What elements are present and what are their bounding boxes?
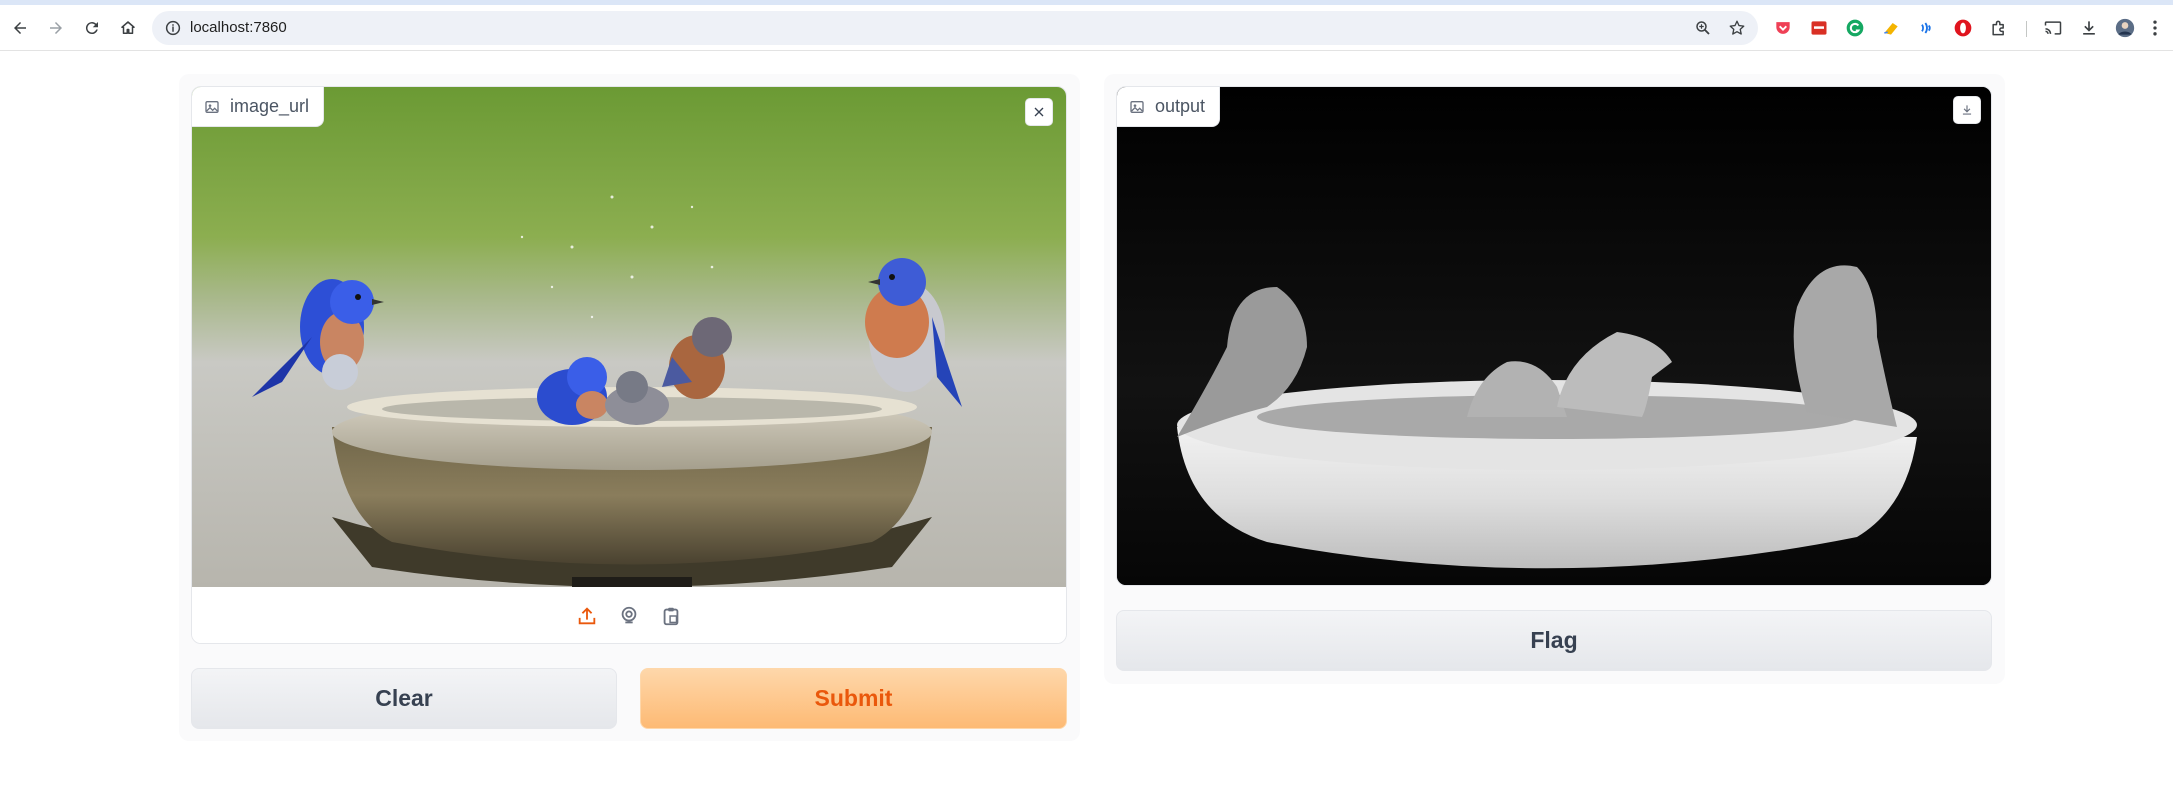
toolbar-divider: [2026, 21, 2027, 37]
webcam-icon[interactable]: [615, 602, 643, 630]
extension-icon[interactable]: [1881, 18, 1901, 38]
flag-button[interactable]: Flag: [1116, 610, 1992, 671]
submit-button[interactable]: Submit: [640, 668, 1067, 729]
back-icon[interactable]: [6, 14, 34, 42]
menu-icon[interactable]: [2145, 18, 2165, 38]
opera-icon[interactable]: [1953, 18, 1973, 38]
input-image: [192, 87, 1066, 587]
zoom-icon[interactable]: [1694, 19, 1712, 37]
clipboard-icon[interactable]: [657, 602, 685, 630]
avatar[interactable]: [2115, 18, 2135, 38]
bookmark-star-icon[interactable]: [1728, 19, 1746, 37]
reload-icon[interactable]: [78, 14, 106, 42]
download-output-button[interactable]: [1953, 96, 1981, 124]
image-icon: [1130, 100, 1144, 113]
extension-icon[interactable]: [1809, 18, 1829, 38]
output-image-block: output: [1116, 86, 1992, 586]
clear-image-button[interactable]: [1025, 98, 1053, 126]
puzzle-icon[interactable]: [1989, 18, 2009, 38]
output-image-label: output: [1117, 87, 1221, 127]
input-image-label: image_url: [192, 87, 325, 127]
download-icon: [1962, 105, 1972, 115]
image-source-bar: [192, 587, 1066, 643]
clear-button[interactable]: Clear: [191, 668, 617, 729]
extension-icon[interactable]: [1917, 18, 1937, 38]
pocket-icon[interactable]: [1773, 18, 1793, 38]
browser-toolbar: localhost:7860: [0, 5, 2173, 51]
output-label-text: output: [1155, 96, 1206, 116]
download-icon[interactable]: [2079, 18, 2099, 38]
input-label-text: image_url: [230, 96, 310, 116]
url-text[interactable]: localhost:7860: [190, 11, 287, 45]
forward-icon[interactable]: [42, 14, 70, 42]
image-icon: [205, 100, 219, 113]
site-info-icon[interactable]: [164, 19, 182, 37]
close-icon: [1034, 107, 1044, 117]
upload-icon[interactable]: [573, 602, 601, 630]
cast-icon[interactable]: [2043, 18, 2063, 38]
address-bar[interactable]: localhost:7860: [152, 11, 1758, 45]
grammarly-icon[interactable]: [1845, 18, 1865, 38]
home-icon[interactable]: [114, 14, 142, 42]
output-image: [1117, 87, 1991, 585]
input-image-block: image_url: [191, 86, 1067, 644]
